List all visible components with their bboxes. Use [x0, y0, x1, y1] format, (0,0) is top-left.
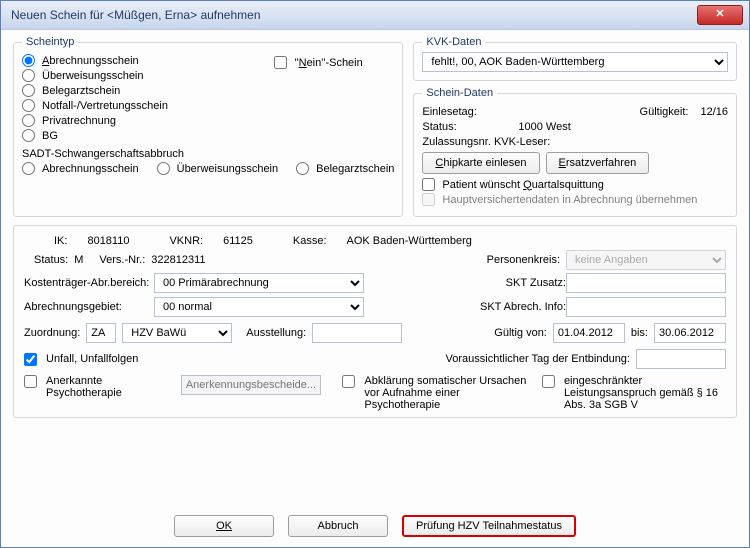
zulassung-label: Zulassungsnr. KVK-Leser:: [422, 136, 550, 148]
label-sadt-ueberweisung: Überweisungsschein: [177, 163, 279, 175]
label-abrechnungsschein: Abrechnungsschein: [42, 55, 139, 67]
label-psychotherapie: Anerkannte Psychotherapie: [46, 375, 175, 399]
kvk-legend: KVK-Daten: [422, 36, 485, 48]
skt-zusatz-input[interactable]: [566, 273, 726, 293]
status2-label: Status:: [34, 254, 68, 266]
gueltigkeit-value: 12/16: [700, 106, 728, 118]
status2-value: M: [74, 254, 83, 266]
sadt-label: SADT-Schwangerschaftsabbruch: [22, 148, 394, 160]
skt-abrech-input[interactable]: [566, 297, 726, 317]
kvk-group: KVK-Daten fehlt!, 00, AOK Baden-Württemb…: [413, 36, 737, 81]
kostentraeger-label: Kostenträger-Abr.bereich:: [24, 277, 154, 289]
label-hauptversicherte: Hauptversichertendaten in Abrechnung übe…: [442, 194, 697, 206]
kvk-select[interactable]: fehlt!, 00, AOK Baden-Württemberg: [422, 52, 728, 72]
radio-ueberweisungsschein[interactable]: [22, 69, 35, 82]
abrechgebiet-select[interactable]: 00 normal: [154, 297, 364, 317]
skt-zusatz-label: SKT Zusatz:: [466, 277, 566, 289]
radio-privatrechnung[interactable]: [22, 114, 35, 127]
gueltig-von-label: Gültig von:: [494, 327, 547, 339]
dialog-content: Scheintyp Abrechnungsschein Überweisungs…: [1, 30, 749, 547]
label-bg: BG: [42, 130, 58, 142]
personenkreis-label: Personenkreis:: [460, 254, 560, 266]
status-label: Status:: [422, 121, 512, 133]
check-abklaerung[interactable]: [342, 375, 355, 388]
skt-abrech-label: SKT Abrech. Info:: [466, 301, 566, 313]
kasse-value: AOK Baden-Württemberg: [347, 235, 472, 247]
zuordnung-hzv-select[interactable]: HZV BaWü: [122, 323, 232, 343]
label-abklaerung: Abklärung somatischer Ursachen vor Aufna…: [364, 375, 536, 411]
label-ueberweisungsschein: Überweisungsschein: [42, 70, 144, 82]
abrechgebiet-label: Abrechnungsgebiet:: [24, 301, 154, 313]
label-belegarztschein: Belegarztschein: [42, 85, 120, 97]
zuordnung-za-input[interactable]: [86, 323, 116, 343]
scheindaten-group: Schein-Daten Einlesetag: Gültigkeit: 12/…: [413, 87, 737, 217]
ik-value: 8018110: [87, 235, 129, 247]
bis-label: bis:: [631, 327, 648, 339]
check-nein-schein[interactable]: [274, 56, 287, 69]
radio-abrechnungsschein[interactable]: [22, 54, 35, 67]
einlesetag-label: Einlesetag:: [422, 106, 512, 118]
footer-buttons: OK Abbruch Prüfung HZV Teilnahmestatus: [1, 515, 749, 537]
close-button[interactable]: ✕: [697, 5, 743, 25]
details-group: IK: 8018110 VKNR: 61125 Kasse: AOK Baden…: [13, 225, 737, 418]
titlebar: Neuen Schein für <Müßgen, Erna> aufnehme…: [1, 1, 749, 30]
entbindung-label: Voraussichtlicher Tag der Entbindung:: [446, 353, 630, 365]
check-hauptversicherte: [422, 193, 435, 206]
gueltig-von-input[interactable]: [553, 323, 625, 343]
ok-button[interactable]: OK: [174, 515, 274, 537]
radio-bg[interactable]: [22, 129, 35, 142]
ausstellung-label: Ausstellung:: [246, 327, 306, 339]
window-title: Neuen Schein für <Müßgen, Erna> aufnehme…: [11, 8, 697, 22]
zuordnung-label: Zuordnung:: [24, 327, 80, 339]
chipkarte-button[interactable]: Chipkarte einlesen: [422, 152, 539, 174]
check-eingeschraenkt[interactable]: [542, 375, 555, 388]
label-notfall: Notfall-/Vertretungsschein: [42, 100, 168, 112]
label-nein-schein: ''Nein''-Schein: [294, 57, 362, 69]
check-quartalsquittung[interactable]: [422, 178, 435, 191]
cancel-button[interactable]: Abbruch: [288, 515, 388, 537]
label-quartalsquittung: Patient wünscht Quartalsquittung: [442, 179, 603, 191]
vknr-value: 61125: [223, 235, 253, 247]
label-unfall: Unfall, Unfallfolgen: [46, 353, 138, 365]
scheintyp-group: Scheintyp Abrechnungsschein Überweisungs…: [13, 36, 403, 217]
label-privatrechnung: Privatrechnung: [42, 115, 116, 127]
dialog-window: Neuen Schein für <Müßgen, Erna> aufnehme…: [0, 0, 750, 548]
label-sadt-belegarzt: Belegarztschein: [316, 163, 394, 175]
check-unfall[interactable]: [24, 353, 37, 366]
versnr-label: Vers.-Nr.:: [99, 254, 145, 266]
radio-sadt-ueberweisung[interactable]: [157, 162, 170, 175]
hzv-check-button[interactable]: Prüfung HZV Teilnahmestatus: [402, 515, 576, 537]
kostentraeger-select[interactable]: 00 Primärabrechnung: [154, 273, 364, 293]
gueltigkeit-label: Gültigkeit:: [640, 106, 689, 118]
kasse-label: Kasse:: [293, 235, 327, 247]
bis-input[interactable]: [654, 323, 726, 343]
ik-label: IK:: [54, 235, 67, 247]
scheindaten-legend: Schein-Daten: [422, 87, 497, 99]
vknr-label: VKNR:: [169, 235, 203, 247]
entbindung-input[interactable]: [636, 349, 726, 369]
radio-sadt-abrechnung[interactable]: [22, 162, 35, 175]
scheintyp-legend: Scheintyp: [22, 36, 78, 48]
check-psychotherapie[interactable]: [24, 375, 37, 388]
radio-belegarztschein[interactable]: [22, 84, 35, 97]
ersatzverfahren-button[interactable]: Ersatzverfahren: [546, 152, 650, 174]
status-value: 1000 West: [518, 121, 570, 133]
ausstellung-input[interactable]: [312, 323, 402, 343]
label-sadt-abrechnung: Abrechnungsschein: [42, 163, 139, 175]
radio-notfall[interactable]: [22, 99, 35, 112]
label-eingeschraenkt: eingeschränkter Leistungsanspruch gemäß …: [564, 375, 726, 411]
versnr-value: 322812311: [151, 254, 205, 266]
personenkreis-select: keine Angaben: [566, 250, 726, 270]
radio-sadt-belegarzt[interactable]: [296, 162, 309, 175]
anerkennung-input: [181, 375, 321, 395]
